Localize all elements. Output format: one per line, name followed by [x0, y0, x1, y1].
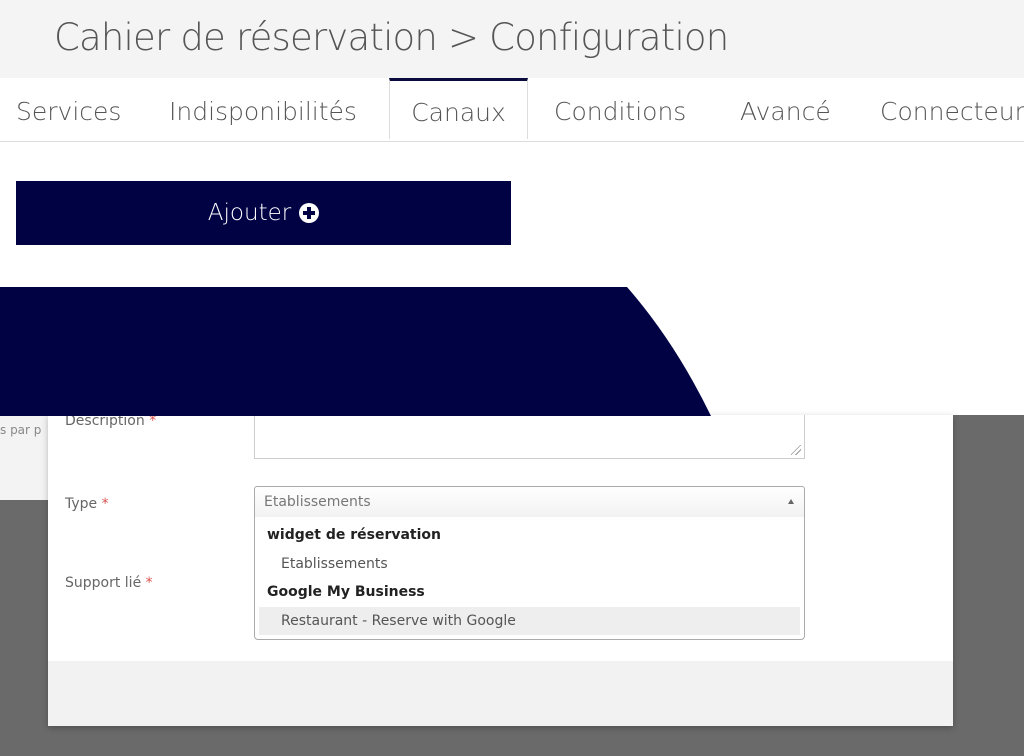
add-button[interactable]: Ajouter	[16, 181, 511, 245]
tab-conditions[interactable]: Conditions	[554, 78, 686, 141]
support-label-text: Support lié	[65, 575, 142, 591]
option-reserve-with-google[interactable]: Restaurant - Reserve with Google	[259, 607, 800, 635]
tab-canaux[interactable]: Canaux	[389, 78, 528, 139]
background-partial-text: s par p	[0, 423, 42, 437]
option-etablissements[interactable]: Etablissements	[259, 550, 800, 578]
modal-footer	[48, 661, 953, 726]
dark-banner-path	[0, 287, 711, 416]
dark-banner-shape	[0, 287, 711, 416]
tab-indisponibilites[interactable]: Indisponibilités	[169, 78, 357, 141]
type-dropdown: widget de réservation Etablissements Goo…	[254, 517, 805, 640]
add-button-label: Ajouter	[207, 200, 292, 226]
type-label-text: Type	[65, 496, 98, 512]
tab-avance[interactable]: Avancé	[740, 78, 831, 141]
support-label: Support lié *	[65, 575, 153, 591]
channel-modal: Description * Type * Support lié * Etabl…	[48, 413, 953, 726]
option-group-google: Google My Business	[267, 584, 425, 600]
page-title: Cahier de réservation > Configuration	[54, 16, 729, 59]
tab-services[interactable]: Services	[16, 78, 121, 141]
type-select[interactable]: Etablissements	[254, 486, 805, 518]
option-group-widget: widget de réservation	[267, 527, 442, 543]
type-select-value: Etablissements	[264, 494, 371, 510]
tab-bar: Services Indisponibilités Canaux Conditi…	[0, 78, 1024, 142]
required-mark: *	[101, 496, 109, 512]
plus-circle-icon	[299, 203, 320, 223]
type-label: Type *	[65, 496, 109, 512]
resize-handle-icon[interactable]	[791, 445, 801, 455]
tab-connecteurs[interactable]: Connecteurs	[880, 78, 1024, 141]
description-textarea[interactable]	[254, 415, 805, 459]
page-header: Cahier de réservation > Configuration	[0, 0, 1024, 78]
caret-up-icon	[788, 499, 794, 504]
required-mark: *	[145, 575, 153, 591]
